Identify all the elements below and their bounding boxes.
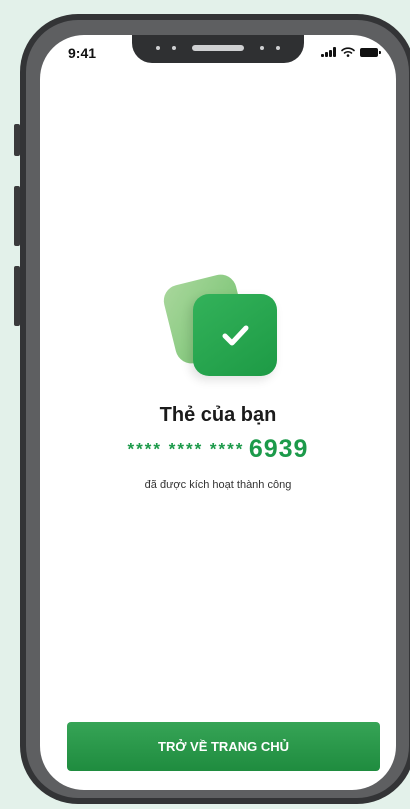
phone-bezel: 9:41 Thẻ của bạn **** **** **** 6939 đã … [26,20,409,798]
card-number: **** **** **** 6939 [40,435,396,464]
notch [132,35,304,63]
speaker-grill [192,45,244,51]
notch-dot [260,46,264,50]
notch-dot [172,46,176,50]
page-title: Thẻ của bạn [159,404,277,426]
card-front-shape [193,294,277,376]
checkmark-icon [222,325,249,346]
card-number-mask: **** **** **** [127,439,245,459]
status-icons [321,47,381,57]
activation-message: đã được kích hoạt thành công [144,479,292,491]
card-activated-illustration [160,271,277,383]
card-number-last4: 6939 [248,435,309,463]
cellular-signal-icon [321,47,336,57]
status-time: 9:41 [68,45,97,61]
battery-icon [360,48,381,57]
phone-frame: 9:41 Thẻ của bạn **** **** **** 6939 đã … [20,14,410,804]
notch-dot [156,46,160,50]
wifi-icon [341,47,355,57]
notch-dot [276,46,280,50]
phone-screen: 9:41 Thẻ của bạn **** **** **** 6939 đã … [40,35,396,790]
back-to-home-button[interactable]: TRỞ VỀ TRANG CHỦ [67,722,380,771]
